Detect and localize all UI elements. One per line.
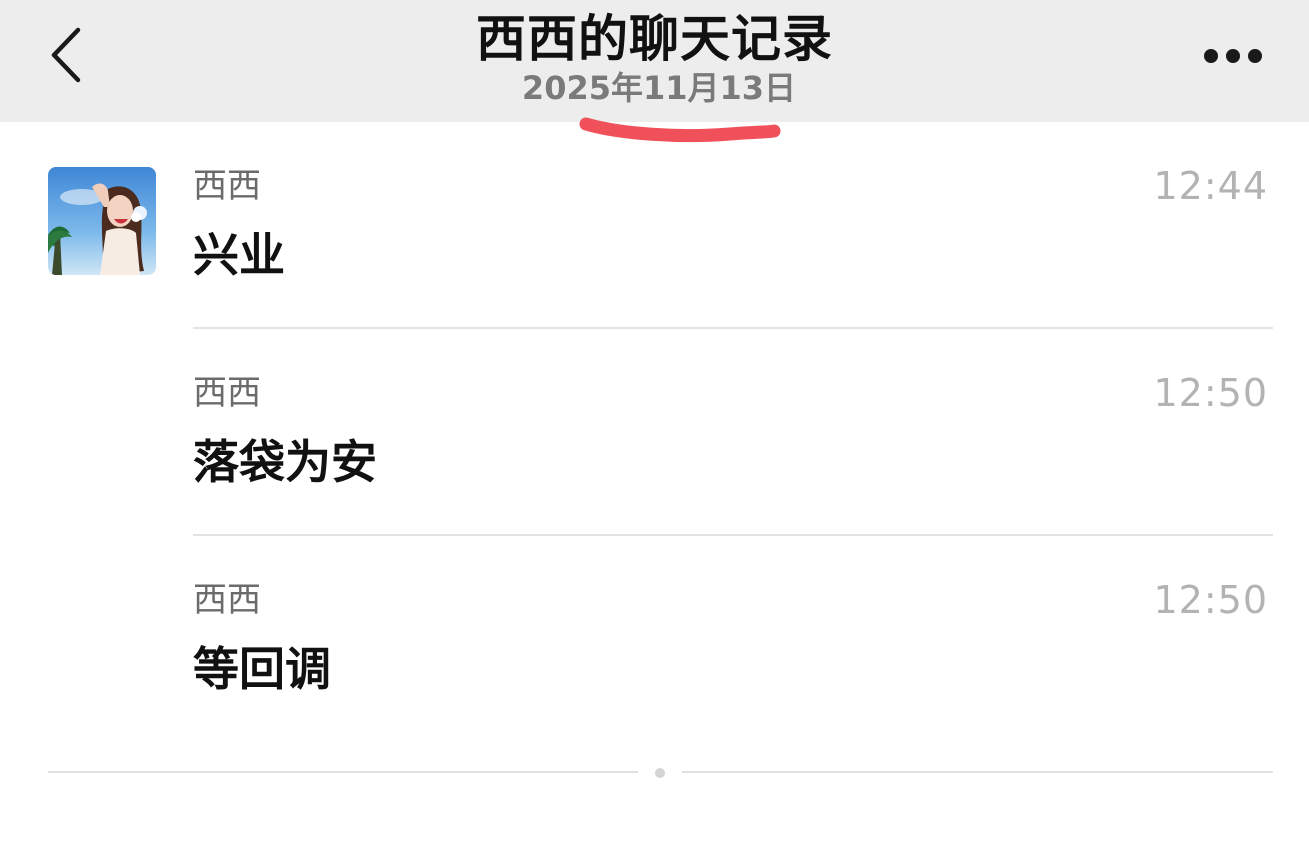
- message-time: 12:50: [1153, 578, 1268, 622]
- avatar[interactable]: [48, 167, 156, 275]
- message-time: 12:44: [1153, 164, 1268, 208]
- message-text: 兴业: [193, 228, 285, 282]
- message-item[interactable]: 西西 12:44 兴业: [193, 166, 1273, 366]
- end-dot: [655, 768, 665, 778]
- message-text: 等回调: [193, 642, 331, 696]
- message-sender: 西西: [193, 373, 261, 413]
- message-time: 12:50: [1153, 371, 1268, 415]
- end-divider-right: [682, 771, 1273, 773]
- message-divider: [193, 327, 1273, 329]
- message-sender: 西西: [193, 580, 261, 620]
- red-underline-mark: [579, 117, 781, 143]
- message-item[interactable]: 西西 12:50 落袋为安: [193, 373, 1273, 573]
- end-divider-left: [48, 771, 638, 773]
- message-sender: 西西: [193, 166, 261, 206]
- message-divider: [193, 534, 1273, 536]
- message-item[interactable]: 西西 12:50 等回调: [193, 580, 1273, 780]
- message-text: 落袋为安: [193, 435, 377, 489]
